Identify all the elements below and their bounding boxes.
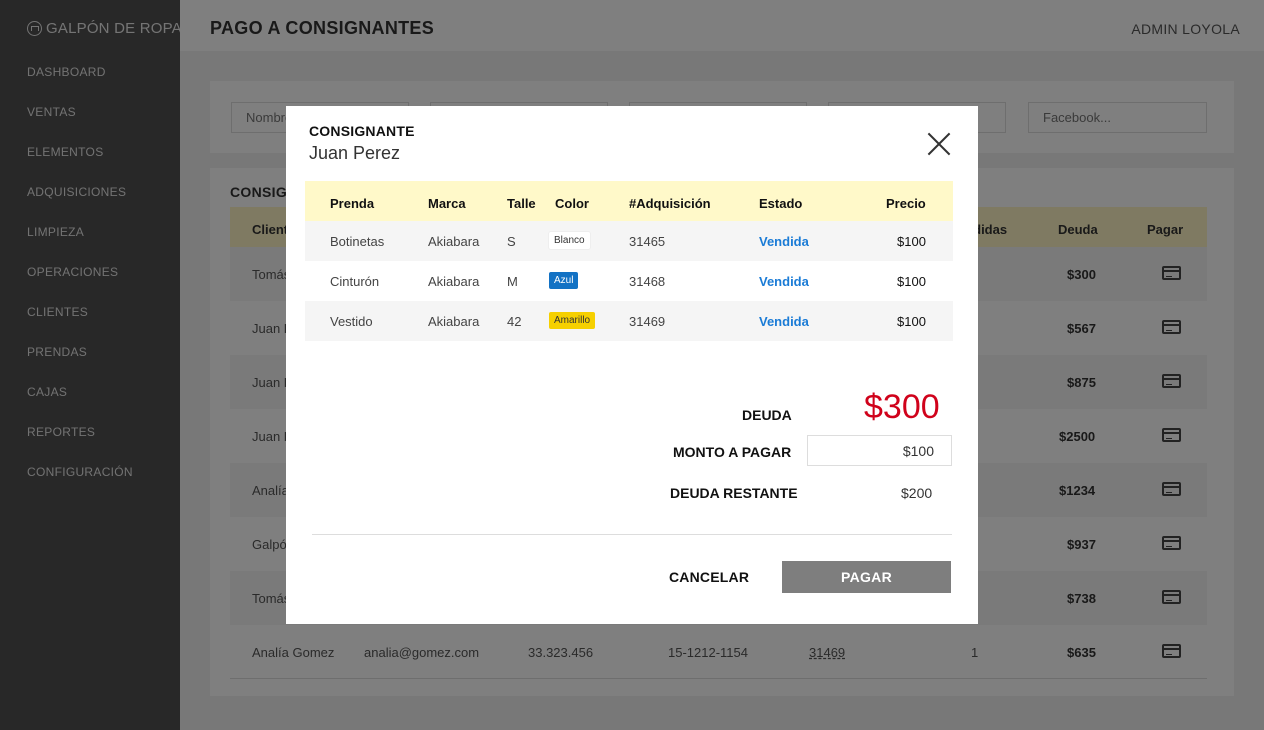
price-cell: $100 [897, 274, 926, 289]
brand-cell: Akiabara [428, 314, 480, 329]
item-cell: Cinturón [330, 274, 380, 289]
col-color: Color [555, 196, 589, 211]
col-state: Estado [759, 196, 803, 211]
table-row: Cinturón Akiabara M Azul 31468 Vendida $… [305, 261, 953, 301]
item-cell: Vestido [330, 314, 373, 329]
table-row: Botinetas Akiabara S Blanco 31465 Vendid… [305, 221, 953, 261]
items-table: Prenda Marca Talle Color #Adquisición Es… [305, 181, 953, 341]
cancel-button[interactable]: CANCELAR [669, 569, 749, 585]
col-item: Prenda [330, 196, 375, 211]
size-cell: M [507, 274, 518, 289]
color-badge: Amarillo [549, 312, 596, 329]
pay-amount-label: MONTO A PAGAR [673, 444, 792, 460]
debt-label: DEUDA [742, 407, 792, 423]
brand-cell: Akiabara [428, 234, 480, 249]
consignor-label: CONSIGNANTE [309, 123, 415, 139]
remaining-debt-value: $200 [901, 485, 933, 501]
remaining-debt-label: DEUDA RESTANTE [670, 485, 798, 501]
close-icon[interactable] [927, 132, 951, 156]
color-badge: Blanco [549, 232, 590, 249]
consignor-name: Juan Perez [309, 143, 401, 163]
col-brand: Marca [428, 196, 466, 211]
item-cell: Botinetas [330, 234, 385, 249]
state-link[interactable]: Vendida [759, 234, 809, 249]
color-badge: Azul [549, 272, 579, 289]
col-size: Talle [507, 196, 536, 211]
state-link[interactable]: Vendida [759, 274, 809, 289]
state-link[interactable]: Vendida [759, 314, 809, 329]
debt-value: $300 [864, 388, 940, 426]
size-cell: S [507, 234, 516, 249]
pay-amount-input[interactable] [807, 435, 952, 466]
pay-button[interactable]: PAGAR [782, 561, 951, 593]
items-table-header: Prenda Marca Talle Color #Adquisición Es… [305, 181, 953, 221]
price-cell: $100 [897, 234, 926, 249]
table-row: Vestido Akiabara 42 Amarillo 31469 Vendi… [305, 301, 953, 341]
col-price: Precio [886, 196, 926, 211]
brand-cell: Akiabara [428, 274, 480, 289]
size-cell: 42 [507, 314, 522, 329]
payment-modal: CONSIGNANTE Juan Perez Prenda Marca Tall… [286, 106, 978, 624]
price-cell: $100 [897, 314, 926, 329]
acquisition-cell: 31469 [629, 314, 666, 329]
acquisition-cell: 31468 [629, 274, 666, 289]
divider [312, 534, 952, 535]
col-acquisition: #Adquisición [629, 196, 711, 211]
acquisition-cell: 31465 [629, 234, 666, 249]
